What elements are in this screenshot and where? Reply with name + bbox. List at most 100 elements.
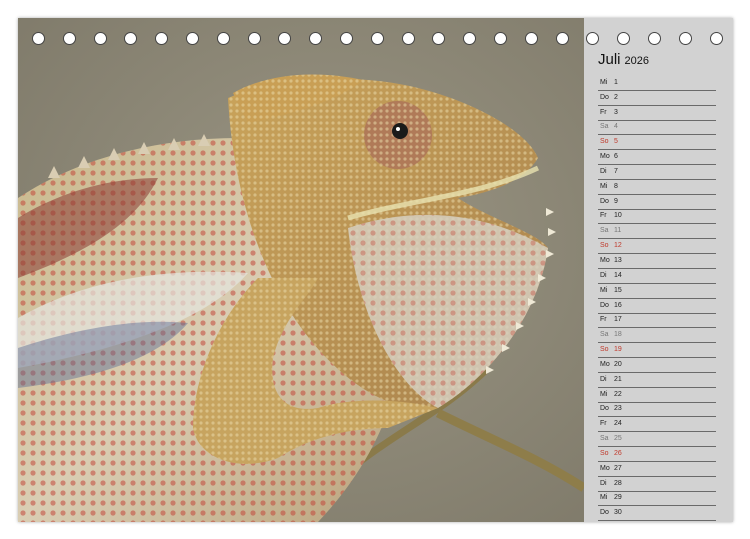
weekday-label: Di [600,479,607,487]
binding-hole [186,32,199,45]
day-row: Sa 25 [598,432,716,448]
binding-hole [432,32,446,45]
binding-hole [463,32,477,45]
day-row: Sa 4 [598,121,716,136]
day-number: 13 [614,256,622,264]
day-number: 6 [614,153,618,161]
day-row: Di 7 [598,165,716,180]
month-title: Juli 2026 [598,51,649,68]
weekday-label: Mi [600,494,608,502]
day-row: Do 23 [598,403,716,418]
day-row: Sa 18 [598,328,716,344]
month-name: Juli [598,51,621,68]
day-number: 20 [614,360,622,368]
weekday-label: Sa [600,123,609,131]
weekday-label: Mi [600,78,608,86]
weekday-label: Fr [600,420,607,428]
binding-hole [93,32,107,45]
day-row: Di 14 [598,269,716,284]
binding-hole [617,32,631,45]
weekday-label: Do [600,197,609,205]
day-row: Do 9 [598,195,716,210]
weekday-label: Mi [600,182,608,190]
weekday-label: Sa [600,331,609,339]
day-row: Mo 20 [598,358,716,373]
binding-hole [648,32,661,45]
binding-hole [678,32,692,45]
day-number: 22 [614,390,622,398]
weekday-label: So [600,138,609,146]
day-row: Mi 22 [598,388,716,403]
binding-holes [18,32,733,48]
day-number: 27 [614,464,622,472]
day-row: Fr 24 [598,417,716,433]
day-row: Fr 31 [598,521,716,522]
binding-hole [340,32,353,45]
day-number: 21 [614,375,622,383]
day-number: 18 [614,331,622,339]
day-number: 19 [614,346,622,354]
weekday-label: Sa [600,435,609,443]
weekday-label: Mo [600,153,610,161]
day-list: Mi 1 Do 2 Fr 3 Sa 4 So 5 Mo 6 Di 7 Mi 8 Do 9 Fr 10 Sa 11 So 12 M… [598,76,716,522]
day-number: 9 [614,197,618,205]
day-number: 25 [614,435,622,443]
day-number: 28 [614,479,622,487]
binding-hole [586,32,600,45]
day-row: Mo 13 [598,254,716,269]
weekday-label: Do [600,93,609,101]
weekday-label: Di [600,167,607,175]
day-number: 29 [614,494,622,502]
chameleon-illustration [18,18,584,522]
binding-hole [494,32,507,45]
weekday-label: Mo [600,464,610,472]
weekday-label: Mo [600,360,610,368]
day-row: So 12 [598,239,716,255]
binding-hole [155,32,169,45]
calendar-page: Juli 2026 Mi 1 Do 2 Fr 3 Sa 4 So 5 Mo 6 Di 7 Mi 8 Do 9 Fr 10… [18,18,733,522]
day-row: So 26 [598,447,716,462]
weekday-label: Fr [600,521,607,522]
day-row: Mo 27 [598,462,716,477]
day-row: So 5 [598,135,716,151]
year-label: 2026 [624,55,649,67]
day-row: So 19 [598,343,716,359]
day-row: Fr 10 [598,210,716,225]
weekday-label: So [600,449,609,457]
day-number: 24 [614,420,622,428]
binding-hole [124,32,138,45]
weekday-label: Do [600,301,609,309]
binding-hole [524,32,538,45]
weekday-label: Fr [600,316,607,324]
weekday-label: Mo [600,256,610,264]
day-number: 31 [614,521,622,522]
day-number: 2 [614,93,618,101]
binding-hole [370,32,384,45]
day-row: Mi 15 [598,284,716,299]
day-number: 30 [614,509,622,517]
weekday-label: Mi [600,390,608,398]
binding-hole [555,32,569,45]
day-row: Mi 29 [598,492,716,507]
binding-hole [247,32,261,45]
weekday-label: Di [600,271,607,279]
day-row: Mi 1 [598,76,716,91]
day-number: 3 [614,108,618,116]
weekday-label: Di [600,375,607,383]
day-number: 16 [614,301,622,309]
day-row: Mo 6 [598,150,716,166]
day-row: Do 30 [598,506,716,522]
day-row: Do 16 [598,299,716,314]
day-row: Sa 11 [598,224,716,240]
binding-hole [216,32,230,45]
day-number: 1 [614,78,618,86]
day-row: Di 28 [598,477,716,492]
binding-hole [401,32,415,45]
weekday-label: So [600,242,609,250]
binding-hole [62,32,76,45]
day-row: Fr 17 [598,314,716,329]
day-number: 26 [614,449,622,457]
day-number: 4 [614,123,618,131]
day-number: 5 [614,138,618,146]
chameleon-photo [18,18,584,522]
